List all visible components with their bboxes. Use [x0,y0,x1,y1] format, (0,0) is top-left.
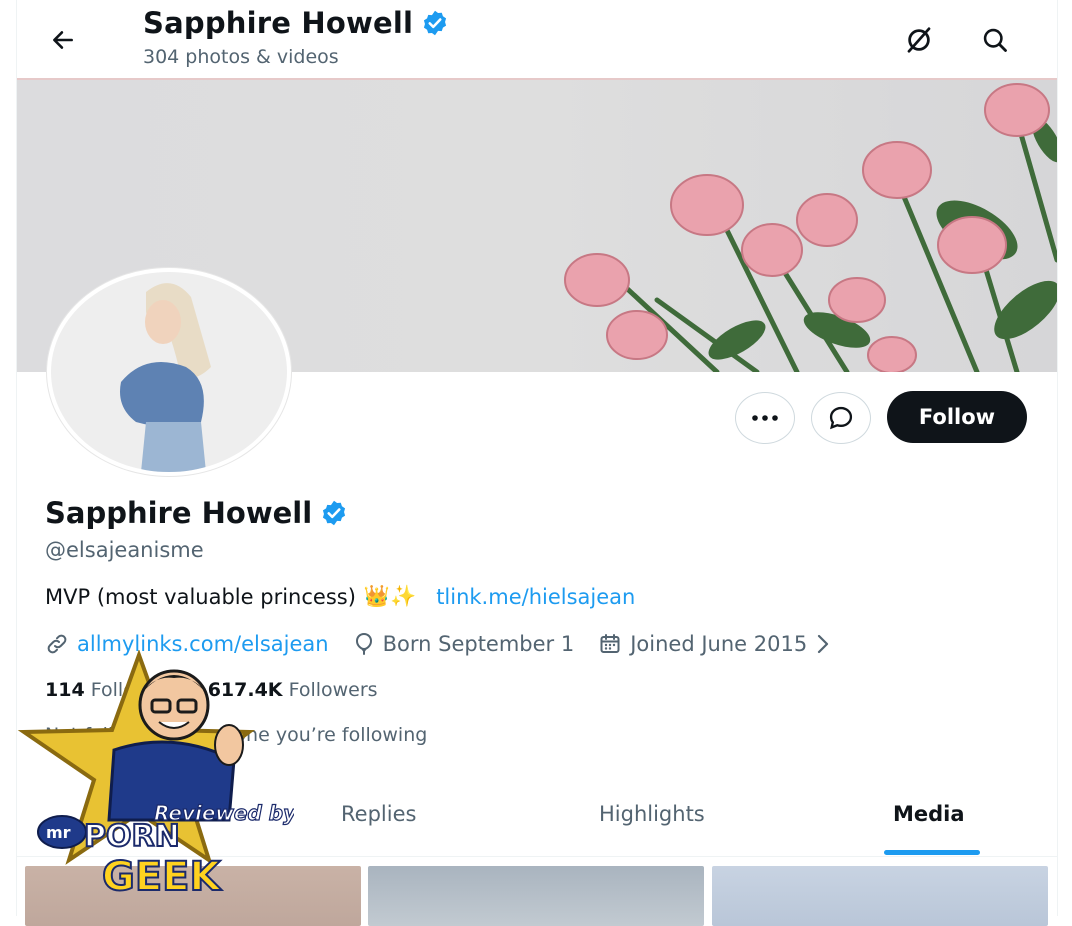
verified-badge-icon [323,500,346,526]
media-thumbnail[interactable] [368,866,704,926]
calendar-icon [600,634,620,653]
profile-name-text: Sapphire Howell [45,496,313,530]
message-button[interactable] [811,392,871,444]
verified-badge-icon [424,10,447,36]
grok-icon [907,27,931,53]
chat-bubble-icon [829,406,853,430]
profile-handle: @elsajeanisme [45,538,204,562]
back-button[interactable] [45,22,81,58]
born-date: Born September 1 [382,632,575,656]
media-count: 304 photos & videos [143,46,339,68]
tab-replies[interactable]: Replies [341,802,416,826]
more-options-button[interactable] [735,392,795,444]
profile-bio: MVP (most valuable princess) 👑✨ tlink.me… [45,584,635,609]
joined-date: Joined June 2015 [630,632,808,656]
header-title: Sapphire Howell [143,6,449,40]
search-button[interactable] [977,22,1013,58]
chevron-right-icon[interactable] [815,633,831,655]
profile-display-name: Sapphire Howell [45,496,348,530]
avatar-photo [51,272,287,472]
balloon-icon [355,632,372,655]
top-bar: Sapphire Howell 304 photos & videos [17,0,1057,80]
media-thumbnail[interactable] [712,866,1048,926]
active-tab-indicator [884,850,980,855]
watermark-line2: mr [46,823,71,842]
reviewer-watermark: Reviewed by mr PORN GEEK [14,649,298,901]
follow-button[interactable]: Follow [887,391,1027,443]
header-name: Sapphire Howell [143,6,414,40]
born-item: Born September 1 [353,632,575,656]
back-arrow-icon [53,31,73,49]
bio-emoji: 👑✨ [363,584,417,608]
profile-avatar[interactable] [47,268,291,476]
grok-button[interactable] [901,22,937,58]
watermark-line4: GEEK [102,854,222,900]
more-dots-icon [752,415,778,421]
bio-text: MVP (most valuable princess) [45,584,356,609]
search-icon [983,28,1007,52]
tab-media[interactable]: Media [893,802,965,826]
bio-link[interactable]: tlink.me/hielsajean [436,585,635,609]
joined-item: Joined June 2015 [598,632,831,656]
watermark-line3: PORN [84,819,180,854]
tab-highlights[interactable]: Highlights [599,802,705,826]
followers-label: Followers [288,679,378,701]
